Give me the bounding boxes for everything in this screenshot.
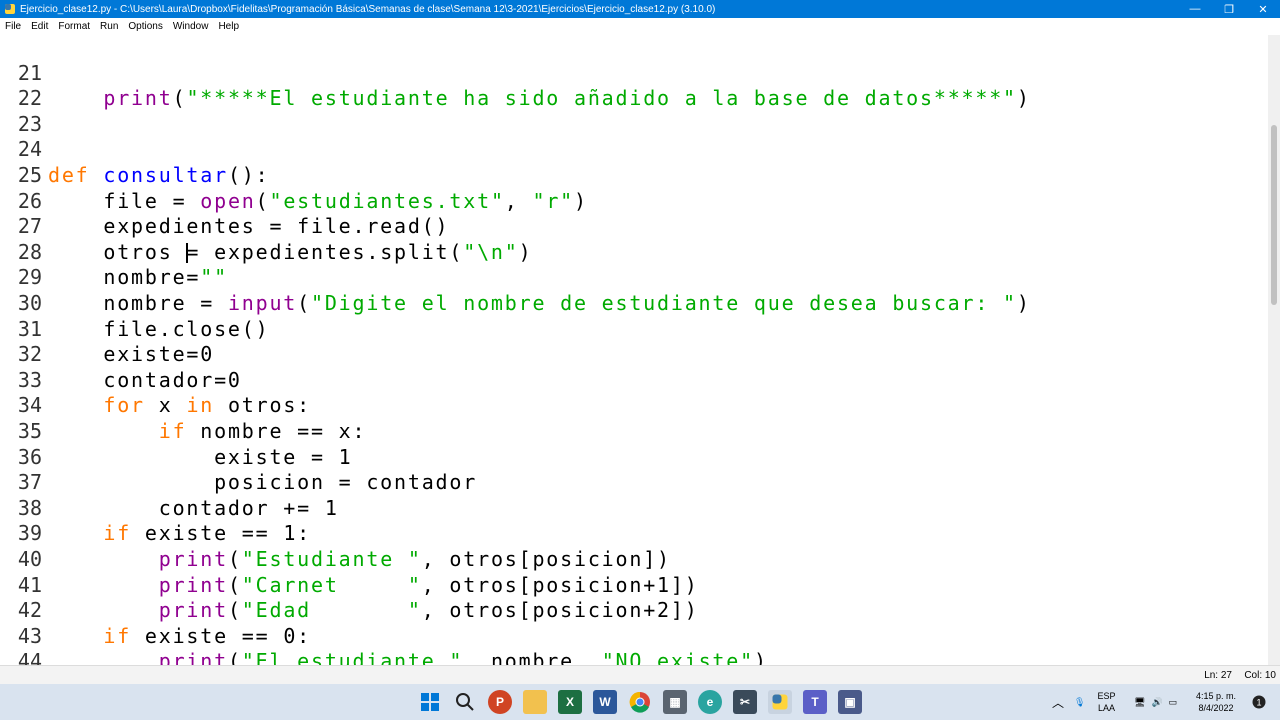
window-title: Ejercicio_clase12.py - C:\Users\Laura\Dr… [20,3,716,15]
code-line-43: 43 print("El estudiante ", nombre, "NO e… [0,598,766,665]
status-line: Ln: 27 [1204,670,1232,681]
title-bar: Ejercicio_clase12.py - C:\Users\Laura\Dr… [0,0,1280,18]
code-line-45: 45 [0,649,48,665]
app-icon[interactable]: ▣ [838,690,862,714]
chrome-icon[interactable] [628,690,652,714]
battery-icon[interactable]: ▭ [1169,697,1178,708]
code-text: file = open("estudiantes.txt", "r") [48,188,588,213]
word-icon[interactable]: W [593,690,617,714]
tray-icons: 🖥 🔊 ▭ [1134,684,1177,720]
window-controls: — ❐ ✕ [1178,0,1280,18]
code-line-44: 44 [0,624,48,665]
svg-text:1: 1 [1256,698,1261,708]
text-cursor [186,243,189,264]
volume-icon[interactable]: 🔊 [1151,697,1162,708]
code-line-32: 32 contador=0 [0,317,240,392]
code-line-30: 30 file.close() [0,265,268,341]
layout-code: LAA [1097,703,1115,713]
code-text: nombre="" [48,265,228,290]
code-text: if existe == 0: [103,623,311,648]
code-text: if existe == 1: [103,521,311,546]
code-line-21: 21 print("*****El estudiante ha sido aña… [0,35,1029,111]
code-line-31: 31 existe=0 [0,291,212,367]
code-line-37: 37 contador += 1 [0,445,337,520]
code-text: expedientes = file.read() [48,214,450,239]
code-line-39: 39 print("Estudiante ", otros[posicion]) [0,496,669,571]
code-text: existe=0 [48,342,215,367]
close-button[interactable]: ✕ [1246,0,1280,18]
menu-file[interactable]: File [0,21,26,32]
excel-icon[interactable]: X [558,690,582,714]
code-text: contador=0 [48,367,242,392]
microphone-icon[interactable]: 🎙 [1074,697,1085,708]
code-text: print("Carnet ", otros[posicion+1]) [158,572,699,597]
teams-icon[interactable]: T [803,690,827,714]
language-code: ESP [1097,691,1116,701]
code-line-38: 38 if existe == 1: [0,470,309,546]
code-text: print("Edad ", otros[posicion+2]) [158,598,699,623]
search-icon[interactable] [453,690,477,714]
code-line-26: 26 expedientes = file.read() [0,163,448,239]
clock-time: 4:15 p. m. [1196,691,1237,701]
code-text: file.close() [48,316,270,341]
menu-help[interactable]: Help [213,21,244,32]
idle-taskbar-icon[interactable] [768,690,792,714]
clock[interactable]: 4:15 p. m. 8/4/2022 [1196,684,1236,720]
code-line-27: 27 otros = expedientes.split("\n") [0,189,531,264]
minimize-button[interactable]: — [1178,0,1212,18]
menu-format[interactable]: Format [53,21,95,32]
menu-edit[interactable]: Edit [26,21,53,32]
code-editor[interactable]: 21 print("*****El estudiante ha sido aña… [0,35,1268,665]
code-text: otros = expedientes.split("\n") [48,239,533,264]
browser-icon[interactable]: e [698,690,722,714]
status-bar: Ln: 27 Col: 10 [0,665,1280,685]
idle-app-icon [5,4,15,14]
code-line-23: 23 [0,86,48,136]
code-text: print("Estudiante ", otros[posicion]) [158,546,671,571]
code-line-34: 34 if nombre == x: [0,368,365,443]
code-text: if nombre == x: [158,418,367,443]
vertical-scrollbar[interactable] [1268,35,1280,665]
code-line-29: 29 nombre = input("Digite el nombre de e… [0,240,1029,315]
code-text: contador += 1 [48,495,339,520]
scrollbar-thumb[interactable] [1271,125,1277,305]
menu-run[interactable]: Run [95,21,123,32]
maximize-button[interactable]: ❐ [1212,0,1246,18]
code-line-25: 25 file = open("estudiantes.txt", "r") [0,137,586,213]
menu-options[interactable]: Options [123,21,167,32]
network-icon[interactable]: 🖥 [1134,697,1145,708]
clock-date: 8/4/2022 [1198,703,1234,713]
code-text: existe = 1 [48,444,353,469]
code-text: for x in otros: [103,393,312,418]
code-line-33: 33 for x in otros: [0,342,309,418]
code-text: nombre = input("Digite el nombre de estu… [48,290,1031,315]
code-text: print("El estudiante ", nombre, "NO exis… [158,649,768,665]
code-line-28: 28 nombre="" [0,214,226,290]
calculator-icon[interactable]: ▦ [663,690,687,714]
code-text: print("*****El estudiante ha sido añadid… [103,86,1031,111]
code-line-36: 36 posicion = contador [0,419,475,495]
code-line-24: 24 def consultar(): [0,112,268,187]
file-explorer-icon[interactable] [523,690,547,714]
code-text: def consultar(): [48,162,270,187]
start-icon[interactable] [418,690,442,714]
snipping-tool-icon[interactable]: ✂ [733,690,757,714]
status-column: Col: 10 [1244,670,1276,681]
code-line-41: 41 print("Edad ", otros[posicion+2]) [0,547,697,623]
code-line-22: 22 [0,61,48,110]
code-text: posicion = contador [48,470,478,495]
code-line-35: 35 existe = 1 [0,393,351,469]
code-line-42: 42 if existe == 0: [0,573,309,648]
notification-icon[interactable]: 1 [1252,684,1266,720]
chevron-up-icon[interactable]: ︿ [1052,694,1064,711]
menu-bar: File Edit Format Run Options Window Help [0,18,1280,36]
menu-window[interactable]: Window [168,21,214,32]
powerpoint-icon[interactable]: P [488,690,512,714]
taskbar: P X W ▦ e ✂ T ▣ ︿ 🎙 ESP LAA 🖥 🔊 ▭ 4:15 p… [0,684,1280,720]
input-language[interactable]: ESP LAA [1097,690,1115,714]
code-line-40: 40 print("Carnet ", otros[posicion+1]) [0,521,697,597]
